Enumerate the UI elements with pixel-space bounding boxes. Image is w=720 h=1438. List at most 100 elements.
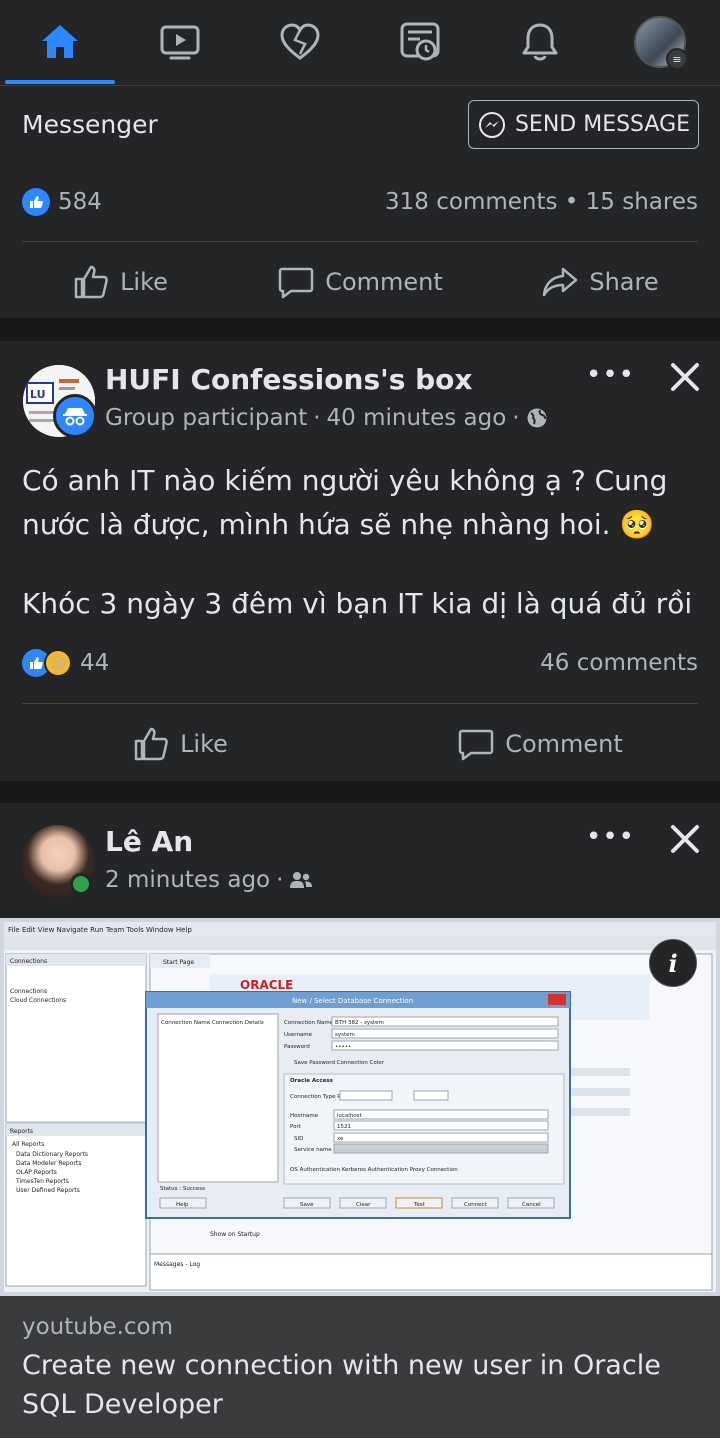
svg-text:Username: Username xyxy=(284,1032,313,1038)
like-count-group[interactable]: 584 xyxy=(22,188,102,216)
svg-text:Test: Test xyxy=(413,1202,426,1208)
post-author[interactable]: Lê An xyxy=(105,825,193,858)
svg-text:Connect: Connect xyxy=(464,1202,488,1208)
svg-text:Connections: Connections xyxy=(10,958,47,965)
svg-text:Help: Help xyxy=(176,1202,189,1208)
post-time[interactable]: 2 minutes ago xyxy=(105,867,270,893)
svg-text:File Edit View Navigate Ru: File Edit View Navigate Run Team Tools W… xyxy=(8,926,192,934)
svg-text:ORACLE: ORACLE xyxy=(240,978,293,992)
comment-label: Comment xyxy=(505,730,623,758)
dating-heart-icon xyxy=(280,23,320,60)
svg-text:Start Page: Start Page xyxy=(163,959,194,966)
svg-text:All Reports: All Reports xyxy=(12,1141,44,1148)
svg-text:Connections: Connections xyxy=(10,988,47,995)
post-time[interactable]: 40 minutes ago xyxy=(327,405,507,431)
post-options-button[interactable]: ••• xyxy=(586,360,635,390)
svg-text:system: system xyxy=(335,1032,355,1038)
comment-icon xyxy=(458,729,494,761)
globe-icon xyxy=(527,408,547,428)
svg-text:Status : Success: Status : Success xyxy=(160,1186,205,1192)
svg-text:Hostname: Hostname xyxy=(290,1113,319,1119)
comments-shares-count[interactable]: 318 comments • 15 shares xyxy=(385,189,698,215)
svg-text:Cancel: Cancel xyxy=(522,1202,541,1208)
thumbs-up-icon xyxy=(134,727,168,761)
svg-text:Cloud Connections: Cloud Connections xyxy=(10,997,66,1004)
svg-text:OS Authentication Kerberos A: OS Authentication Kerberos Authenticatio… xyxy=(290,1167,458,1173)
comment-label: Comment xyxy=(325,268,443,296)
svg-text:Oracle Access: Oracle Access xyxy=(290,1078,334,1084)
post-options-button[interactable]: ••• xyxy=(586,822,635,852)
divider xyxy=(22,703,698,704)
menu-hamburger-icon: ≡ xyxy=(666,48,688,70)
notifications-bell-icon xyxy=(522,23,558,61)
nav-memories-tab[interactable] xyxy=(360,0,480,84)
post-meta: 2 minutes ago · xyxy=(105,867,313,893)
messenger-label: Messenger xyxy=(22,110,158,139)
nav-home-tab[interactable] xyxy=(0,0,120,84)
svg-text:OLAP Reports: OLAP Reports xyxy=(16,1169,57,1176)
reactions-summary: 584 318 comments • 15 shares xyxy=(22,188,698,216)
friends-icon xyxy=(290,872,313,888)
comments-count[interactable]: 46 comments xyxy=(540,650,698,676)
svg-text:Save: Save xyxy=(300,1202,314,1208)
nav-profile-menu-tab[interactable]: ≡ xyxy=(600,0,720,84)
svg-text:Service name: Service name xyxy=(294,1147,332,1153)
svg-text:Show on Startup: Show on Startup xyxy=(210,1231,260,1238)
send-message-label: SEND MESSAGE xyxy=(514,112,691,137)
reactions-summary: 😆 44 46 comments xyxy=(22,649,698,677)
comment-button[interactable]: Comment xyxy=(240,263,480,301)
comment-icon xyxy=(278,267,314,299)
share-icon xyxy=(543,267,578,297)
haha-reaction-icon: 😆 xyxy=(44,649,72,677)
svg-text:1521: 1521 xyxy=(337,1124,351,1130)
profile-avatar: ≡ xyxy=(634,16,688,70)
like-label: Like xyxy=(180,730,228,758)
incognito-icon xyxy=(63,408,87,426)
thumbs-up-icon xyxy=(74,265,108,299)
messenger-icon xyxy=(478,111,505,138)
meta-separator: · xyxy=(313,405,321,431)
svg-text:Connection Name: Connection Name xyxy=(284,1020,334,1026)
send-message-button[interactable]: SEND MESSAGE xyxy=(468,100,699,149)
svg-text:Data Modeler Reports: Data Modeler Reports xyxy=(16,1160,81,1167)
like-count: 584 xyxy=(58,189,102,215)
like-button[interactable]: Like xyxy=(0,263,240,301)
post-meta: Group participant · 40 minutes ago · xyxy=(105,405,548,431)
svg-text:Port: Port xyxy=(290,1124,302,1130)
nav-notifications-tab[interactable] xyxy=(480,0,600,84)
info-icon[interactable]: i xyxy=(649,939,697,987)
video-thumbnail: File Edit View Navigate Run Team Tools W… xyxy=(0,918,720,1296)
nav-watch-tab[interactable] xyxy=(120,0,240,84)
link-title[interactable]: Create new connection with new user in O… xyxy=(22,1346,712,1424)
reaction-count-group[interactable]: 😆 44 xyxy=(22,649,109,677)
active-tab-indicator xyxy=(5,80,115,84)
reaction-count: 44 xyxy=(80,650,110,676)
svg-text:xe: xe xyxy=(337,1136,344,1142)
svg-text:Messages - Log: Messages - Log xyxy=(154,1261,200,1268)
svg-text:LU: LU xyxy=(30,388,46,401)
top-navigation-bar: ≡ xyxy=(0,0,720,86)
post-body-line2: Khóc 3 ngày 3 đêm vì bạn IT kia dị là qu… xyxy=(22,587,693,620)
like-reaction-icon xyxy=(22,188,50,216)
participant-role: Group participant xyxy=(105,405,308,431)
link-preview-image[interactable]: File Edit View Navigate Run Team Tools W… xyxy=(0,918,720,1296)
svg-text:Password: Password xyxy=(284,1044,310,1050)
svg-text:Connection Name Connection: Connection Name Connection Details xyxy=(161,1020,264,1026)
like-button[interactable]: Like xyxy=(0,725,360,763)
post-actions: Like Comment Share xyxy=(0,262,720,302)
share-button[interactable]: Share xyxy=(480,263,720,301)
svg-text:Data Dictionary Reports: Data Dictionary Reports xyxy=(16,1151,88,1158)
svg-text:Reports: Reports xyxy=(10,1128,33,1135)
meta-separator: · xyxy=(512,405,520,431)
close-icon[interactable] xyxy=(666,820,704,858)
post-author[interactable]: HUFI Confessions's box xyxy=(105,363,472,396)
watch-icon xyxy=(160,25,200,60)
svg-text:localhost: localhost xyxy=(337,1113,363,1119)
online-status-indicator xyxy=(70,873,92,895)
comment-button[interactable]: Comment xyxy=(360,725,720,763)
close-icon[interactable] xyxy=(666,358,704,396)
divider xyxy=(22,241,698,242)
svg-text:New / Select Database Connecti: New / Select Database Connection xyxy=(292,997,413,1005)
nav-dating-tab[interactable] xyxy=(240,0,360,84)
meta-separator: · xyxy=(276,867,284,893)
